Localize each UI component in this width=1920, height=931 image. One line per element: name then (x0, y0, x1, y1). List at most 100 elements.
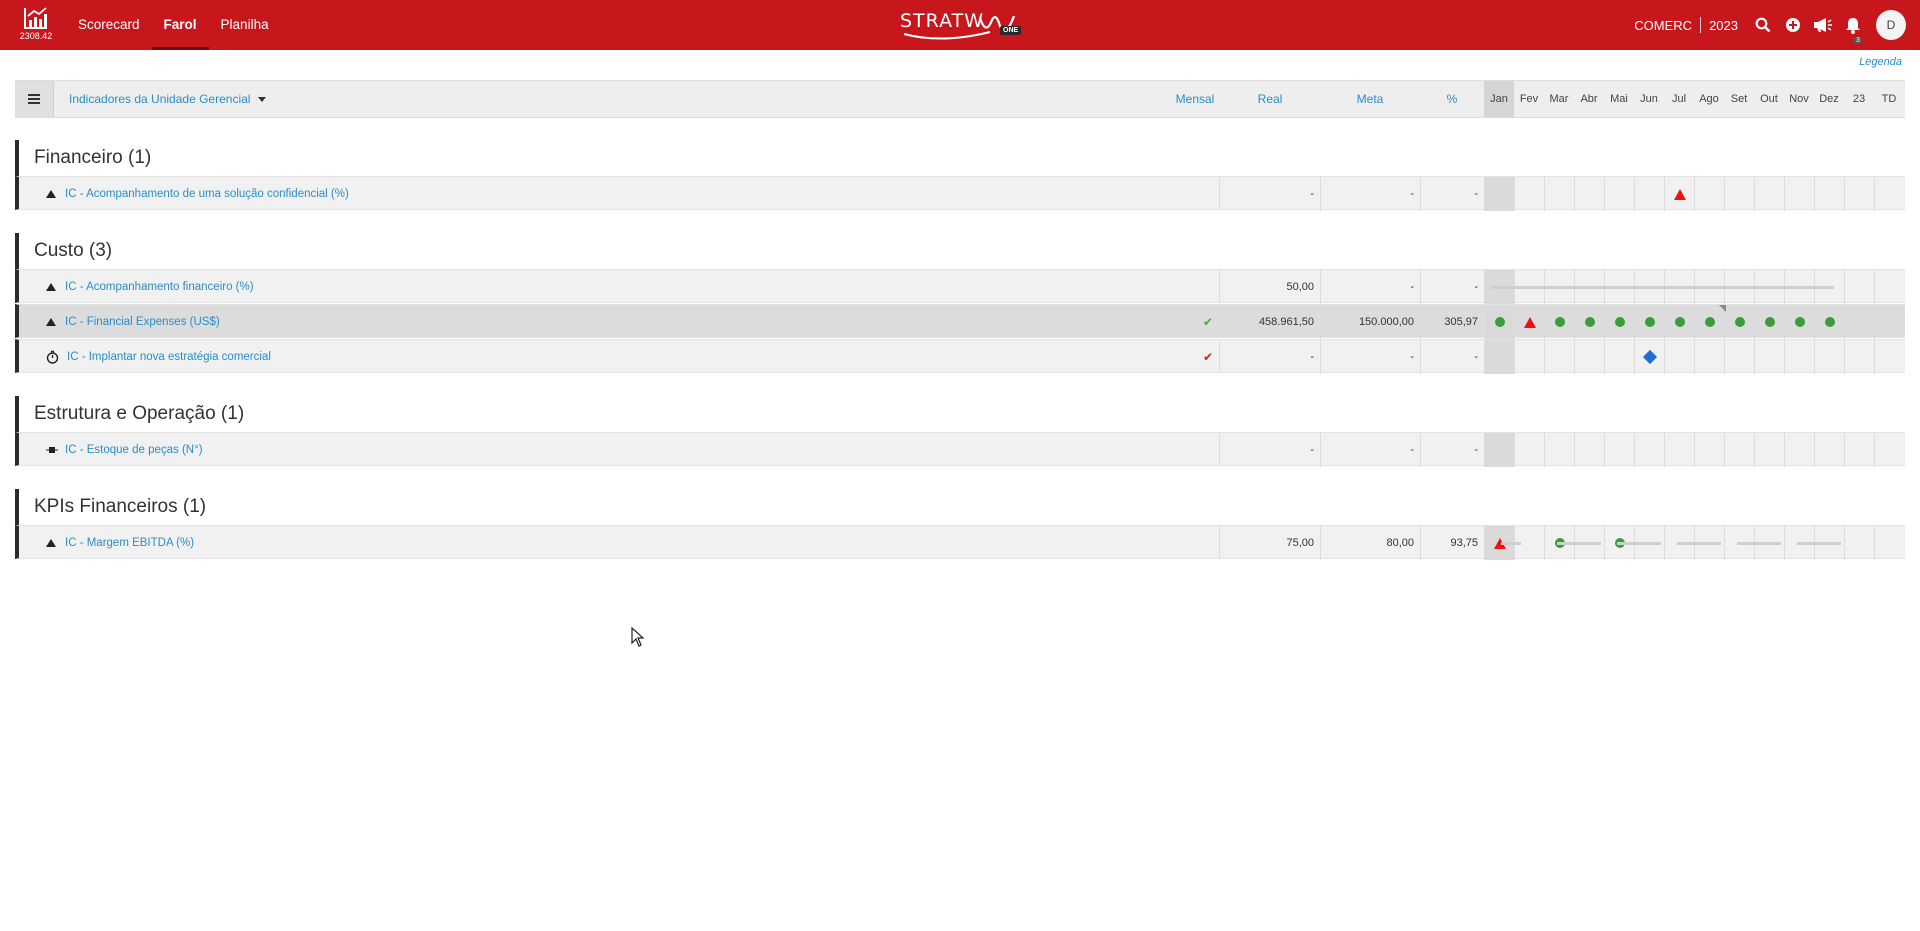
col-month[interactable]: Abr (1574, 81, 1604, 117)
month-cell (1844, 340, 1874, 374)
col-meta[interactable]: Meta (1320, 81, 1420, 117)
month-cell[interactable] (1484, 305, 1514, 339)
value-pct: 305,97 (1420, 305, 1484, 339)
col-month[interactable]: Nov (1784, 81, 1814, 117)
month-cell[interactable] (1664, 177, 1694, 211)
up-triangle-icon (46, 177, 56, 211)
month-cell[interactable] (1724, 305, 1754, 339)
top-right-tools: COMERC 2023 3 D (1634, 0, 1920, 50)
year-selector[interactable]: 2023 (1701, 18, 1748, 33)
announcements-button[interactable] (1808, 0, 1838, 50)
add-button[interactable] (1778, 0, 1808, 50)
app-logo[interactable]: 2308.42 (16, 4, 56, 46)
month-cell (1694, 433, 1724, 467)
value-real: - (1310, 351, 1314, 363)
indicator-row[interactable]: IC - Margem EBITDA (%) 75,00 80,00 93,75 (15, 525, 1905, 560)
col-month[interactable]: Ago (1694, 81, 1724, 117)
month-cell[interactable] (1784, 305, 1814, 339)
menu-button[interactable] (15, 81, 54, 117)
timeline-bar (1797, 542, 1841, 545)
indicator-row[interactable]: IC - Implantar nova estratégia comercial… (15, 339, 1905, 374)
month-cell (1544, 433, 1574, 467)
period-selector[interactable]: Mensal (1165, 81, 1225, 117)
nav-farol[interactable]: Farol (151, 0, 209, 50)
month-cell[interactable] (1754, 305, 1784, 339)
value-real: - (1310, 444, 1314, 456)
value-real: - (1310, 188, 1314, 200)
app-version: 2308.42 (19, 31, 53, 41)
dropdown-label: Indicadores da Unidade Gerencial (69, 92, 251, 106)
month-cell[interactable] (1604, 305, 1634, 339)
timeline-bar (1557, 542, 1601, 545)
month-cell[interactable] (1814, 305, 1844, 339)
col-month[interactable]: 23 (1844, 81, 1874, 117)
nav-scorecard[interactable]: Scorecard (66, 0, 152, 50)
month-cell (1484, 433, 1514, 467)
col-month[interactable]: Set (1724, 81, 1754, 117)
month-cell (1604, 177, 1634, 211)
indicator-row[interactable]: IC - Acompanhamento de uma solução confi… (15, 176, 1905, 211)
chart-logo-icon (24, 7, 47, 29)
col-real[interactable]: Real (1220, 81, 1320, 117)
group-title: KPIs Financeiros (1) (15, 489, 206, 525)
indicator-link[interactable]: IC - Acompanhamento de uma solução confi… (65, 177, 349, 211)
check-green-icon: ✔ (1203, 315, 1214, 329)
month-cell (1724, 177, 1754, 211)
month-cell (1484, 177, 1514, 211)
green-dot-icon (1824, 317, 1835, 327)
month-cell (1514, 340, 1544, 374)
month-cell (1844, 305, 1874, 339)
legend-link[interactable]: Legenda (1859, 56, 1902, 68)
green-dot-icon (1614, 317, 1625, 327)
indicator-link[interactable]: IC - Margem EBITDA (%) (65, 526, 194, 560)
col-month[interactable]: Jun (1634, 81, 1664, 117)
col-month[interactable]: Mar (1544, 81, 1574, 117)
timeline-bar (1737, 542, 1781, 545)
value-real: 50,00 (1286, 281, 1314, 293)
month-cell[interactable] (1664, 305, 1694, 339)
col-month[interactable]: Fev (1514, 81, 1544, 117)
bell-icon (1846, 17, 1860, 34)
brand-badge: ONE (1000, 26, 1022, 35)
pin-icon (46, 433, 58, 467)
divider (1700, 17, 1702, 33)
col-month[interactable]: TD (1874, 81, 1904, 117)
notifications-button[interactable]: 3 (1838, 0, 1868, 50)
indicator-row[interactable]: IC - Financial Expenses (US$) ✔ 458.961,50… (15, 304, 1905, 339)
col-month[interactable]: Mai (1604, 81, 1634, 117)
company-selector[interactable]: COMERC (1634, 18, 1700, 33)
month-cell[interactable] (1634, 305, 1664, 339)
brand-logo: STRATW ONE (900, 10, 1022, 42)
indicator-link[interactable]: IC - Acompanhamento financeiro (%) (65, 270, 254, 304)
month-cell[interactable] (1634, 340, 1664, 374)
month-cell[interactable] (1514, 305, 1544, 339)
up-triangle-icon (46, 305, 56, 339)
month-cell (1814, 177, 1844, 211)
indicator-filter-dropdown[interactable]: Indicadores da Unidade Gerencial (69, 81, 267, 117)
value-pct: - (1420, 433, 1484, 467)
search-button[interactable] (1748, 0, 1778, 50)
search-icon (1755, 17, 1771, 33)
month-cell[interactable] (1544, 305, 1574, 339)
check-red-icon: ✔ (1203, 350, 1214, 364)
green-dot-icon (1764, 317, 1775, 327)
user-avatar[interactable]: D (1876, 10, 1906, 40)
indicator-link[interactable]: IC - Financial Expenses (US$) (65, 305, 220, 339)
col-percent[interactable]: % (1420, 81, 1484, 117)
col-month[interactable]: Dez (1814, 81, 1844, 117)
value-meta: 80,00 (1320, 526, 1420, 560)
nav-planilha[interactable]: Planilha (209, 0, 281, 50)
green-dot-icon (1494, 317, 1505, 327)
value-pct: - (1420, 270, 1484, 304)
month-cell (1754, 340, 1784, 374)
month-cell[interactable] (1574, 305, 1604, 339)
col-month[interactable]: Jul (1664, 81, 1694, 117)
month-cell (1634, 177, 1664, 211)
stopwatch-icon (46, 340, 59, 374)
indicator-row[interactable]: IC - Estoque de peças (N°) - - - (15, 432, 1905, 467)
indicator-link[interactable]: IC - Implantar nova estratégia comercial (67, 340, 271, 374)
col-month[interactable]: Out (1754, 81, 1784, 117)
indicator-link[interactable]: IC - Estoque de peças (N°) (65, 433, 203, 467)
col-month[interactable]: Jan (1484, 81, 1514, 117)
indicator-row[interactable]: IC - Acompanhamento financeiro (%) 50,00 -… (15, 269, 1905, 304)
